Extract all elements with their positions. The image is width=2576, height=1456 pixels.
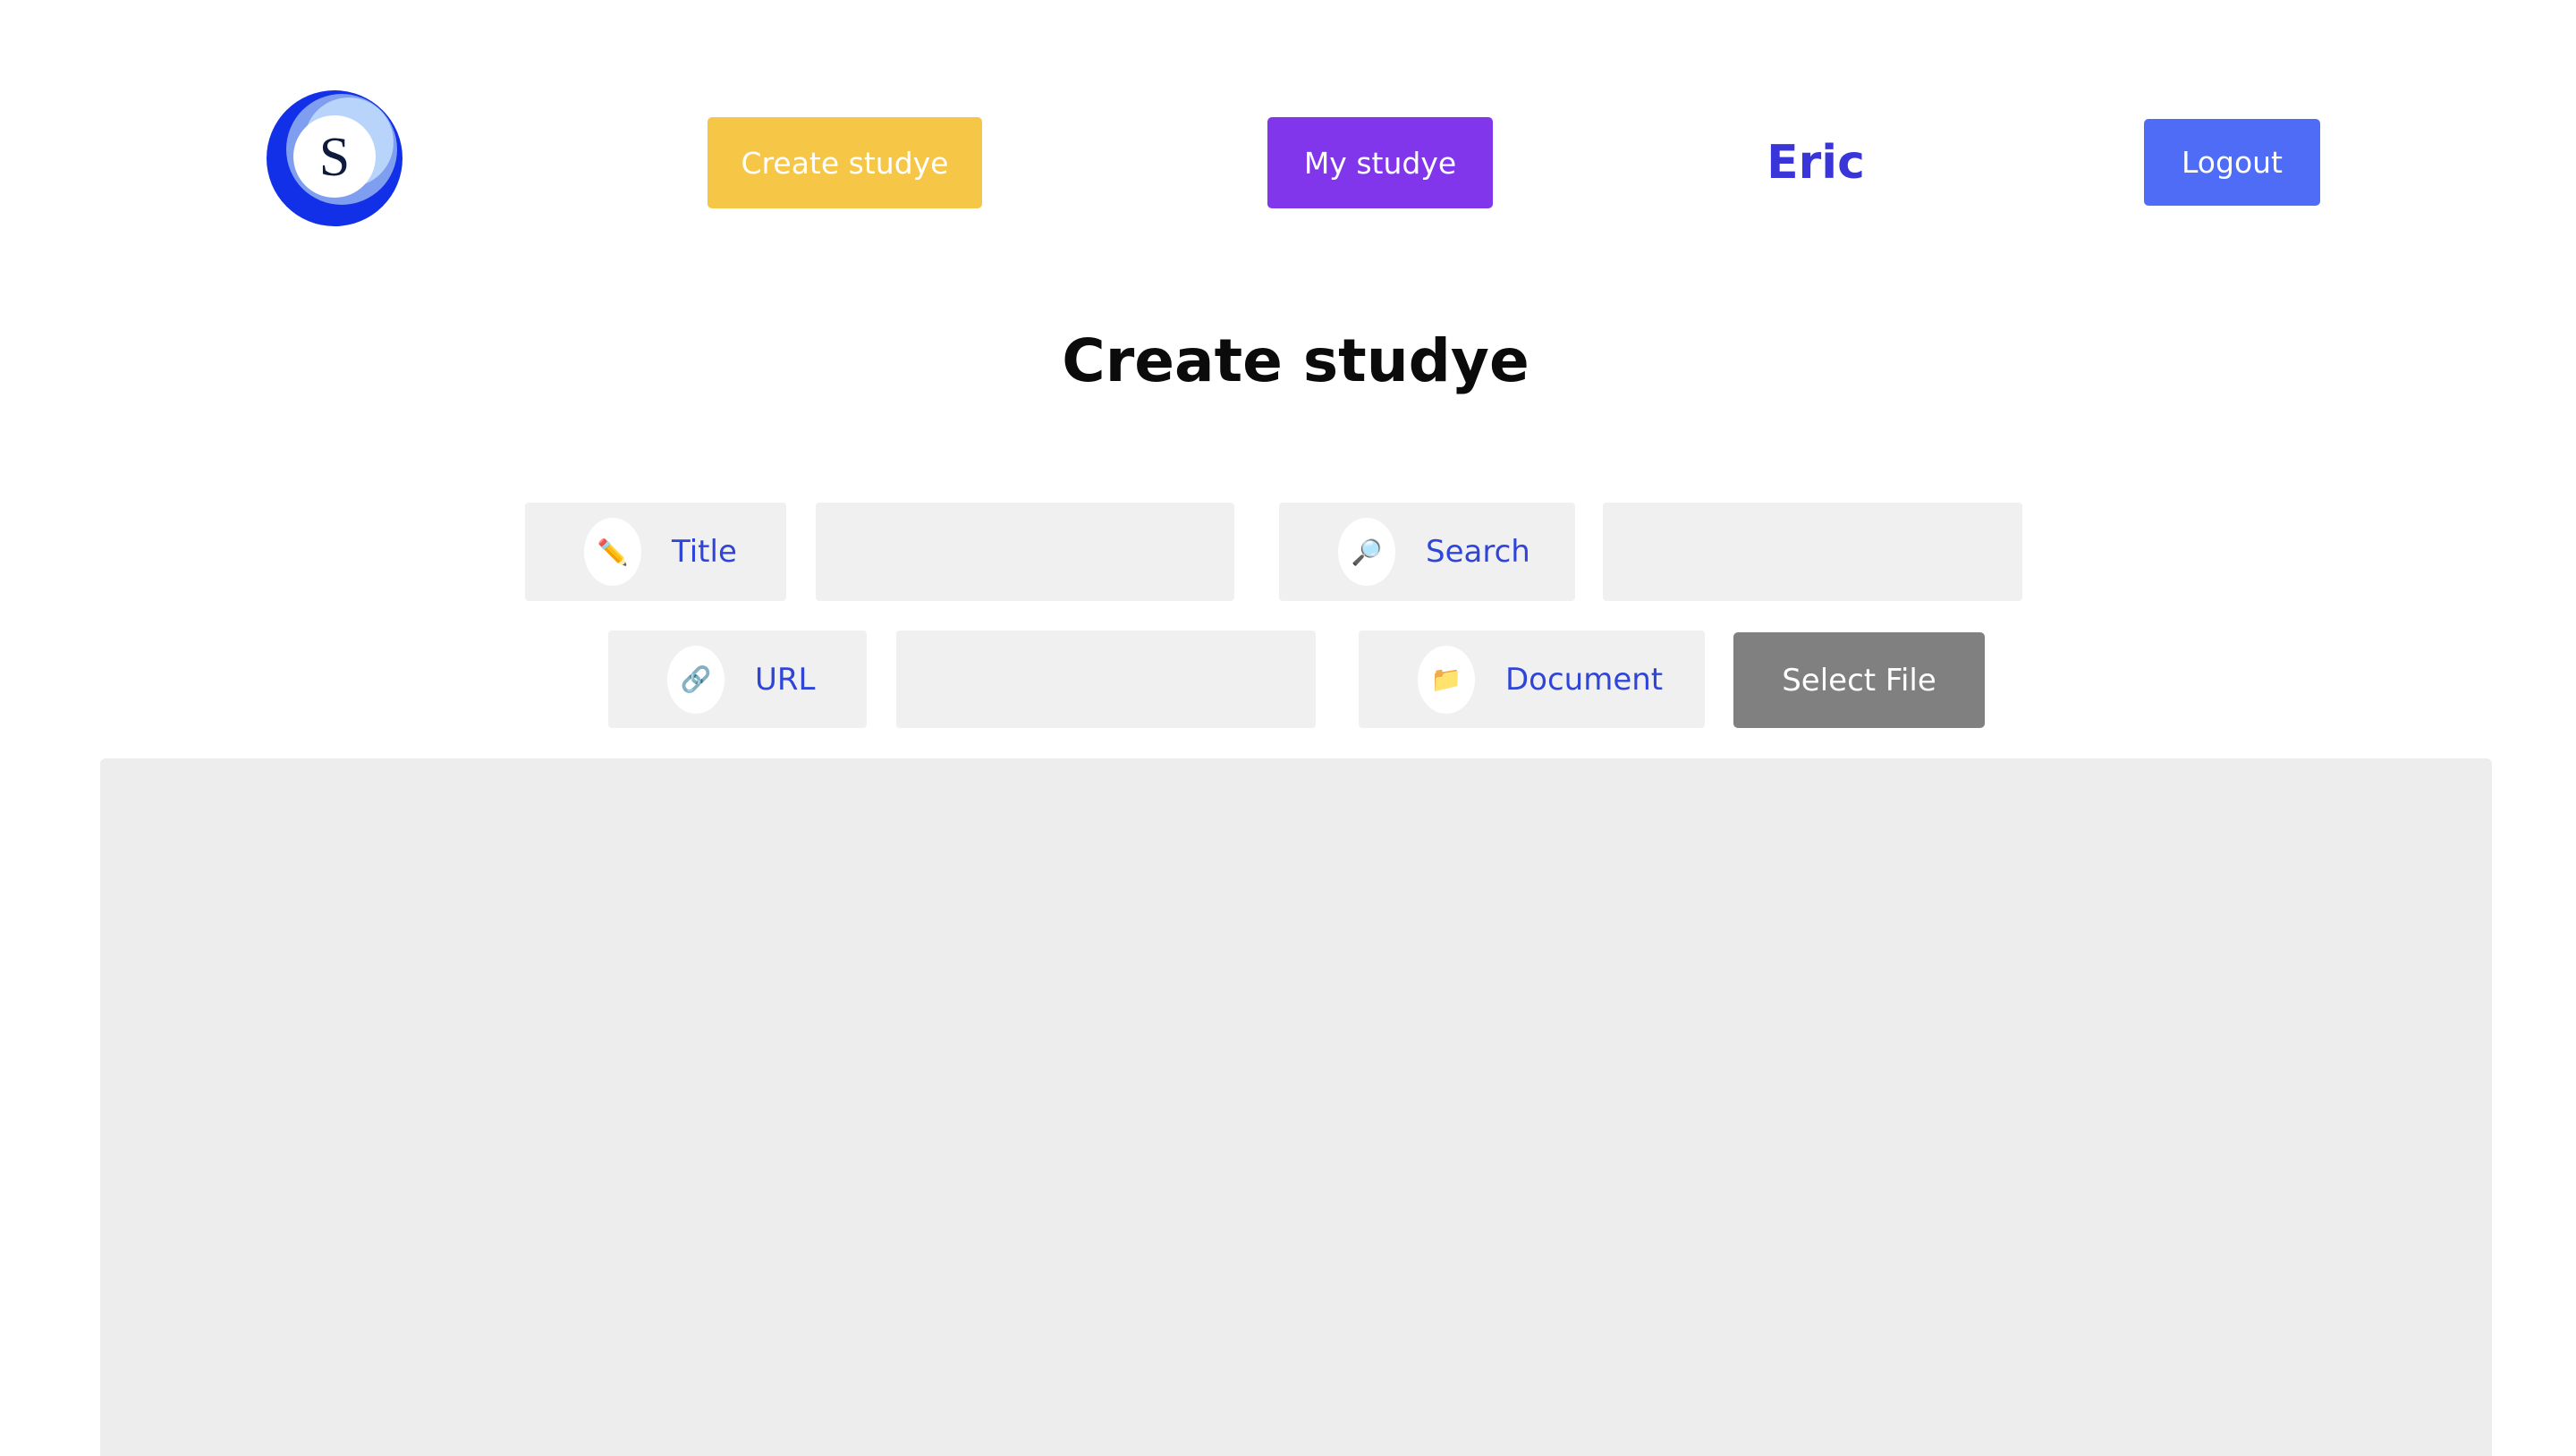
url-label: URL <box>755 661 816 698</box>
link-icon: 🔗 <box>667 645 724 714</box>
url-input[interactable] <box>896 631 1316 728</box>
title-input[interactable] <box>816 503 1234 601</box>
search-label-box: 🔎 Search <box>1279 503 1575 601</box>
title-label-box: ✏️ Title <box>525 503 786 601</box>
logout-button[interactable]: Logout <box>2144 119 2320 206</box>
folder-icon: 📁 <box>1418 645 1475 714</box>
magnifier-icon: 🔎 <box>1338 518 1395 586</box>
title-label: Title <box>672 534 737 570</box>
create-studye-button[interactable]: Create studye <box>708 117 982 208</box>
page: S Create studye My studye Eric Logout Cr… <box>0 0 2576 1456</box>
my-studye-button[interactable]: My studye <box>1267 117 1493 208</box>
search-label: Search <box>1426 534 1530 570</box>
page-title: Create studye <box>1062 326 1530 395</box>
logo-icon: S <box>267 90 402 226</box>
search-input[interactable] <box>1603 503 2022 601</box>
select-file-button[interactable]: Select File <box>1733 632 1985 728</box>
content-editor[interactable] <box>100 758 2492 1456</box>
logo-letter: S <box>319 127 350 188</box>
logo[interactable]: S <box>267 90 402 226</box>
url-label-box: 🔗 URL <box>608 631 867 728</box>
document-label: Document <box>1505 661 1664 698</box>
document-label-box: 📁 Document <box>1359 631 1705 728</box>
username: Eric <box>1767 136 1865 190</box>
pencil-icon: ✏️ <box>584 518 641 586</box>
